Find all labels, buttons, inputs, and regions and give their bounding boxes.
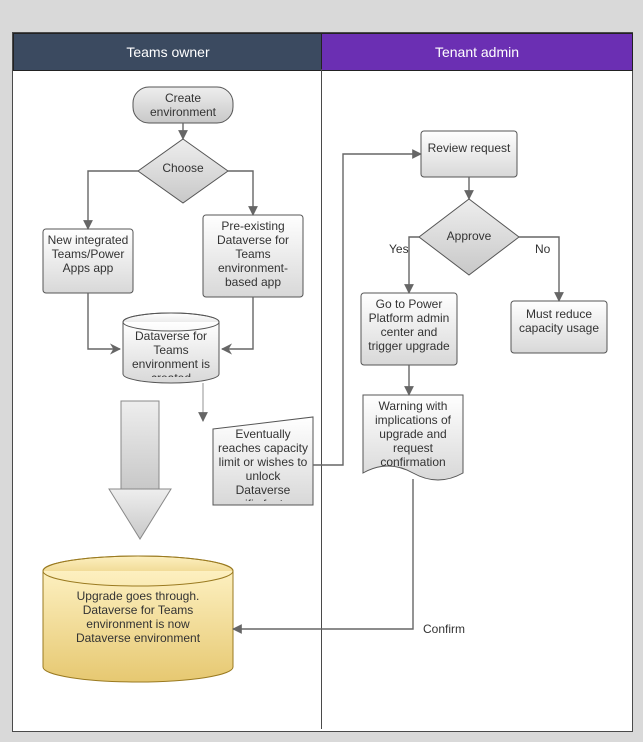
node-label: Approve bbox=[439, 229, 499, 243]
topbar bbox=[0, 0, 643, 32]
node-label: Choose bbox=[148, 161, 218, 175]
node-label: Go to Power Platform admin center and tr… bbox=[363, 297, 455, 353]
swimlane-canvas: Teams owner Tenant admin bbox=[12, 32, 633, 732]
edge-label-confirm: Confirm bbox=[423, 622, 465, 636]
edge-label-no: No bbox=[535, 242, 551, 256]
node-label: Create environment bbox=[133, 87, 233, 123]
edge bbox=[228, 171, 253, 215]
node-label: Eventually reaches capacity limit or wis… bbox=[217, 427, 309, 501]
node-label: New integrated Teams/Power Apps app bbox=[45, 233, 131, 275]
edge bbox=[88, 171, 138, 229]
lane-header-tenant-admin: Tenant admin bbox=[321, 33, 633, 71]
page: Teams owner Tenant admin bbox=[0, 0, 643, 742]
lane-header-teams-owner: Teams owner bbox=[13, 33, 323, 71]
node-label: Must reduce capacity usage bbox=[513, 307, 605, 335]
big-arrow-icon bbox=[109, 401, 171, 539]
flowchart: Create environment Choose New integrated… bbox=[13, 69, 632, 729]
node-label: Upgrade goes through. Dataverse for Team… bbox=[61, 589, 215, 645]
lane-header-label: Tenant admin bbox=[435, 44, 519, 60]
node-label: Review request bbox=[423, 141, 515, 155]
node-label: Dataverse for Teams environment is creat… bbox=[127, 329, 215, 377]
node-label: Warning with implications of upgrade and… bbox=[367, 399, 459, 469]
edge bbox=[222, 297, 253, 349]
lane-header-label: Teams owner bbox=[126, 44, 209, 60]
node-label: Pre-existing Dataverse for Teams environ… bbox=[205, 219, 301, 289]
edge bbox=[88, 293, 120, 349]
edge-label-yes: Yes bbox=[389, 242, 409, 256]
edge-approve-yes bbox=[409, 237, 419, 293]
